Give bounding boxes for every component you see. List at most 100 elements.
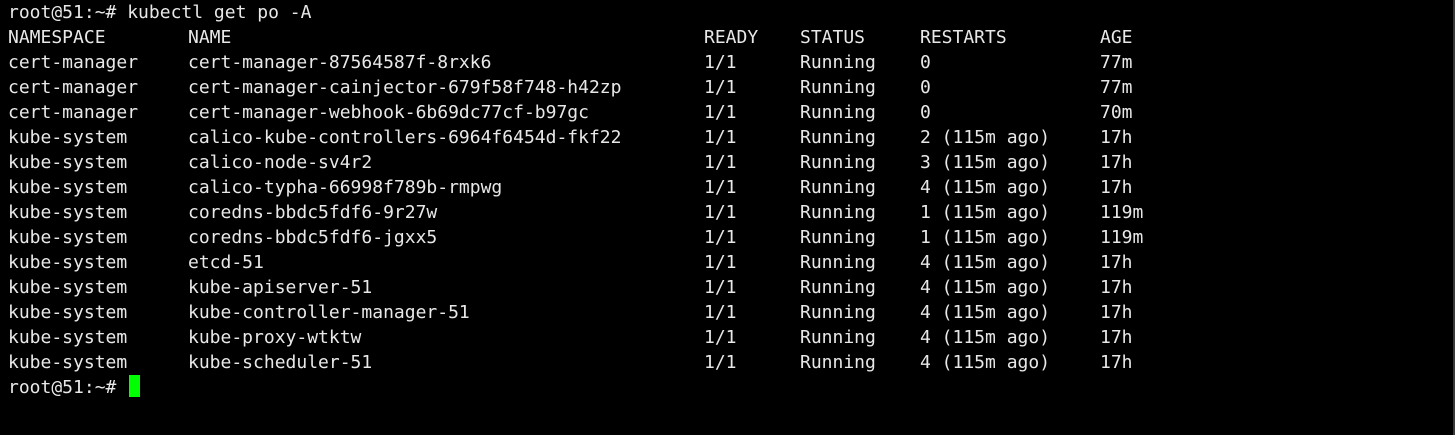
cell-namespace: kube-system <box>8 252 128 273</box>
cell-ready: 1/1 <box>704 227 737 248</box>
cell-namespace: kube-system <box>8 177 128 198</box>
cell-ready: 1/1 <box>704 277 737 298</box>
cell-status: Running <box>800 152 876 173</box>
cell-ready: 1/1 <box>704 327 737 348</box>
cell-ready: 1/1 <box>704 302 737 323</box>
cell-namespace: kube-system <box>8 152 128 173</box>
cell-ready: 1/1 <box>704 177 737 198</box>
cell-namespace: kube-system <box>8 227 128 248</box>
cell-age: 17h <box>1100 302 1133 323</box>
cell-status: Running <box>800 277 876 298</box>
table-row: cert-manager cert-manager-cainjector-679… <box>8 75 1453 100</box>
cell-restarts: 1 (115m ago) <box>920 227 1051 248</box>
table-row: cert-manager cert-manager-87564587f-8rxk… <box>8 50 1453 75</box>
header-age: AGE <box>1100 27 1133 48</box>
cell-name: cert-manager-cainjector-679f58f748-h42zp <box>188 77 622 98</box>
cell-status: Running <box>800 177 876 198</box>
table-row: kube-system calico-typha-66998f789b-rmpw… <box>8 175 1453 200</box>
cell-status: Running <box>800 202 876 223</box>
cell-age: 70m <box>1100 102 1133 123</box>
table-row: kube-system kube-scheduler-51 1/1 Runnin… <box>8 350 1453 375</box>
terminal-window[interactable]: root@51:~# kubectl get po -A NAMESPACE N… <box>0 0 1455 435</box>
cell-age: 17h <box>1100 352 1133 373</box>
header-name: NAME <box>188 27 232 48</box>
cell-namespace: kube-system <box>8 277 128 298</box>
cell-namespace: cert-manager <box>8 77 139 98</box>
cell-age: 17h <box>1100 177 1133 198</box>
command-line: root@51:~# kubectl get po -A <box>8 0 1453 25</box>
cell-namespace: cert-manager <box>8 102 139 123</box>
cell-name: cert-manager-webhook-6b69dc77cf-b97gc <box>188 102 589 123</box>
cell-restarts: 4 (115m ago) <box>920 277 1051 298</box>
command-text: kubectl get po -A <box>127 2 312 23</box>
header-ready: READY <box>704 27 759 48</box>
table-row: cert-manager cert-manager-webhook-6b69dc… <box>8 100 1453 125</box>
cell-name: coredns-bbdc5fdf6-9r27w <box>188 202 438 223</box>
cell-restarts: 4 (115m ago) <box>920 252 1051 273</box>
cell-age: 77m <box>1100 52 1133 73</box>
cell-age: 77m <box>1100 77 1133 98</box>
table-row: kube-system calico-node-sv4r2 1/1 Runnin… <box>8 150 1453 175</box>
cell-restarts: 0 <box>920 77 931 98</box>
cell-namespace: kube-system <box>8 202 128 223</box>
pod-table-body: cert-manager cert-manager-87564587f-8rxk… <box>8 50 1453 375</box>
cell-status: Running <box>800 102 876 123</box>
cell-restarts: 2 (115m ago) <box>920 127 1051 148</box>
cell-namespace: kube-system <box>8 127 128 148</box>
cell-restarts: 3 (115m ago) <box>920 152 1051 173</box>
cell-name: kube-controller-manager-51 <box>188 302 470 323</box>
table-row: kube-system calico-kube-controllers-6964… <box>8 125 1453 150</box>
cell-ready: 1/1 <box>704 252 737 273</box>
cell-restarts: 4 (115m ago) <box>920 327 1051 348</box>
table-row: kube-system kube-proxy-wtktw 1/1 Running… <box>8 325 1453 350</box>
table-header: NAMESPACE NAME READY STATUS RESTARTS AGE <box>8 25 1453 50</box>
prompt-line[interactable]: root@51:~# <box>8 375 1453 400</box>
cell-namespace: kube-system <box>8 352 128 373</box>
cell-ready: 1/1 <box>704 152 737 173</box>
cell-ready: 1/1 <box>704 352 737 373</box>
cell-name: kube-proxy-wtktw <box>188 327 362 348</box>
cell-ready: 1/1 <box>704 52 737 73</box>
cell-name: coredns-bbdc5fdf6-jgxx5 <box>188 227 438 248</box>
cell-status: Running <box>800 327 876 348</box>
cell-restarts: 4 (115m ago) <box>920 352 1051 373</box>
cell-status: Running <box>800 352 876 373</box>
cell-restarts: 0 <box>920 102 931 123</box>
header-restarts: RESTARTS <box>920 27 1007 48</box>
table-row: kube-system kube-apiserver-51 1/1 Runnin… <box>8 275 1453 300</box>
cell-age: 17h <box>1100 252 1133 273</box>
cell-status: Running <box>800 227 876 248</box>
cell-name: kube-scheduler-51 <box>188 352 373 373</box>
table-row: kube-system kube-controller-manager-51 1… <box>8 300 1453 325</box>
cell-namespace: cert-manager <box>8 52 139 73</box>
cell-age: 17h <box>1100 127 1133 148</box>
cell-age: 17h <box>1100 277 1133 298</box>
cell-name: etcd-51 <box>188 252 264 273</box>
header-namespace: NAMESPACE <box>8 27 106 48</box>
cell-name: calico-typha-66998f789b-rmpwg <box>188 177 503 198</box>
cell-restarts: 0 <box>920 52 931 73</box>
cell-restarts: 4 (115m ago) <box>920 302 1051 323</box>
cell-restarts: 4 (115m ago) <box>920 177 1051 198</box>
table-row: kube-system coredns-bbdc5fdf6-jgxx5 1/1 … <box>8 225 1453 250</box>
cell-ready: 1/1 <box>704 77 737 98</box>
cell-age: 119m <box>1100 227 1144 248</box>
cell-namespace: kube-system <box>8 327 128 348</box>
cell-ready: 1/1 <box>704 127 737 148</box>
cell-ready: 1/1 <box>704 102 737 123</box>
cell-age: 17h <box>1100 327 1133 348</box>
table-row: kube-system coredns-bbdc5fdf6-9r27w 1/1 … <box>8 200 1453 225</box>
cell-restarts: 1 (115m ago) <box>920 202 1051 223</box>
cell-ready: 1/1 <box>704 202 737 223</box>
cell-status: Running <box>800 52 876 73</box>
header-status: STATUS <box>800 27 866 48</box>
cell-name: calico-node-sv4r2 <box>188 152 373 173</box>
cell-age: 119m <box>1100 202 1144 223</box>
cell-status: Running <box>800 77 876 98</box>
cell-name: kube-apiserver-51 <box>188 277 373 298</box>
cell-name: cert-manager-87564587f-8rxk6 <box>188 52 492 73</box>
command-prompt: root@51:~# <box>8 2 128 23</box>
cell-age: 17h <box>1100 152 1133 173</box>
cell-status: Running <box>800 127 876 148</box>
cell-status: Running <box>800 302 876 323</box>
